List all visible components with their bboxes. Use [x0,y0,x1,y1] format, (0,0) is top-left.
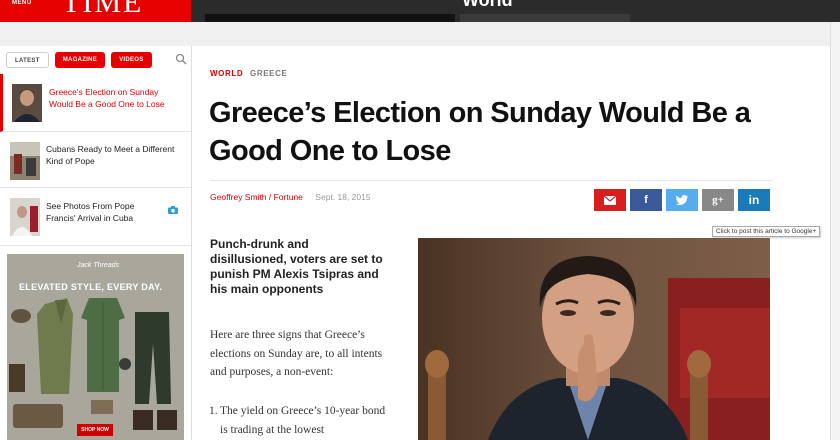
sidebar-tabs: LATEST MAGAZINE VIDEOS [6,52,152,68]
publish-date: Sept. 18, 2015 [315,192,371,202]
tab-videos[interactable]: VIDEOS [111,52,152,68]
header-ad-banner-2[interactable] [460,14,630,22]
twitter-icon [676,195,688,205]
tsipras-photo [418,238,770,440]
share-tooltip: Click to post this article to Google+ [712,226,821,237]
list-number: 1. [209,405,218,417]
sidebar-item-label[interactable]: See Photos From Pope Francis' Arrival in… [46,200,166,224]
search-icon[interactable] [175,53,187,65]
menu-button[interactable]: MENU [12,0,32,6]
twitter-share-button[interactable] [666,189,698,211]
article-byline: Geoffrey Smith / Fortune Sept. 18, 2015 [210,192,371,202]
time-logo[interactable]: TIME [62,0,143,20]
article: WORLD GREECE Greece’s Election on Sunday… [192,46,830,440]
article-kicker: WORLD GREECE [210,69,287,78]
camera-icon [168,206,178,214]
sidebar-item-label[interactable]: Greece's Election on Sunday Would Be a G… [49,86,179,110]
sidebar-item-greece-election[interactable]: Greece's Election on Sunday Would Be a G… [0,74,191,132]
sidebar: LATEST MAGAZINE VIDEOS Greece's Election… [0,46,192,440]
article-photo[interactable] [418,238,770,440]
kicker-section-link[interactable]: WORLD [210,69,243,78]
sidebar-item-cubans-pope[interactable]: Cubans Ready to Meet a Different Kind of… [0,132,191,188]
divider [210,180,773,181]
facebook-share-button[interactable]: f [630,189,662,211]
email-icon [604,195,616,205]
ad-headline: ELEVATED STYLE, EVERY DAY. [19,282,163,292]
email-share-button[interactable] [594,189,626,211]
list-text: The yield on Greece’s 10-year bond is tr… [220,405,386,436]
thumbnail-tsipras [12,84,42,122]
sidebar-item-pope-photos[interactable]: See Photos From Pope Francis' Arrival in… [0,188,191,246]
sidebar-ad[interactable]: Jack Threads ELEVATED STYLE, EVERY DAY. … [7,254,184,440]
ad-brand: Jack Threads [77,262,120,269]
thumbnail-pope [10,198,40,236]
top-header: MENU TIME World [0,0,840,22]
linkedin-icon: in [748,193,760,207]
linkedin-share-button[interactable]: in [738,189,770,211]
section-title: World [462,0,513,10]
googleplus-share-button[interactable]: g+ [702,189,734,211]
page-scrollbar[interactable] [830,22,840,440]
logo-area[interactable]: MENU TIME [0,0,191,22]
header-ad-banner[interactable] [205,14,455,22]
article-list-item: 1. The yield on Greece’s 10-year bond is… [209,402,390,439]
tab-magazine[interactable]: MAGAZINE [54,52,106,68]
article-dek: Punch-drunk and disillusioned, voters ar… [210,237,383,296]
tab-latest[interactable]: LATEST [6,52,49,68]
share-buttons: f g+ in [594,189,770,211]
header-shadow-band [0,22,840,46]
article-headline: Greece’s Election on Sunday Would Be a G… [209,97,751,167]
kicker-topic-link[interactable]: GREECE [250,69,287,78]
article-body-paragraph: Here are three signs that Greece’s elect… [210,329,383,378]
author-link[interactable]: Geoffrey Smith / Fortune [210,192,303,202]
thumbnail-cuba [10,142,40,180]
ad-shop-now-button[interactable]: SHOP NOW [77,424,113,436]
googleplus-icon: g+ [712,194,724,206]
facebook-icon: f [644,194,648,206]
sidebar-item-label[interactable]: Cubans Ready to Meet a Different Kind of… [46,143,176,167]
